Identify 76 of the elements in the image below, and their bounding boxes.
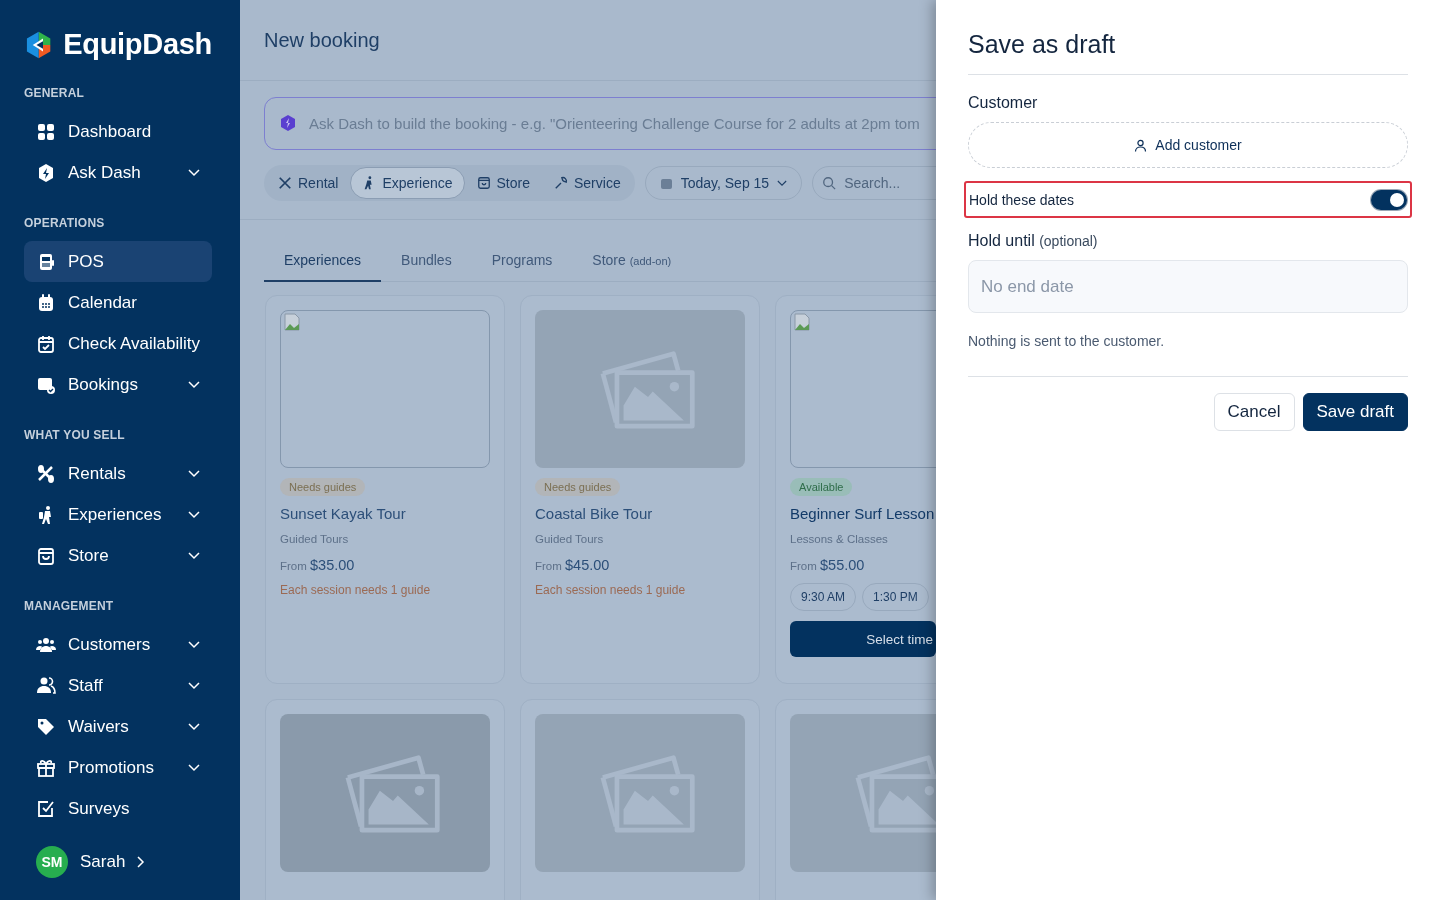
category-tab[interactable]: Store (add-on)	[572, 252, 692, 282]
hexagon-bolt-icon	[280, 115, 296, 131]
card-category: Guided Tours	[535, 533, 605, 545]
page-title: New booking	[264, 28, 380, 52]
checkbox-icon	[36, 798, 56, 819]
category-tab[interactable]: Experiences	[264, 252, 382, 282]
card-note: Each session needs 1 guide	[535, 583, 687, 597]
nav-item[interactable]: Store	[24, 535, 212, 576]
tag-icon	[36, 716, 56, 737]
nav-item[interactable]: Rentals	[24, 453, 212, 494]
card-price: From $45.00	[535, 557, 611, 573]
nav-item[interactable]: Experiences	[24, 494, 212, 535]
status-badge: Needs guides	[280, 478, 366, 496]
hold-until-field[interactable]: No end date	[968, 260, 1408, 313]
type-option[interactable]: Experience	[350, 167, 465, 199]
card-title: Sunset Kayak Tour	[280, 505, 407, 522]
field-label: Customer	[968, 94, 1039, 112]
nav-item[interactable]: Bookings	[24, 364, 212, 405]
search-icon	[822, 176, 837, 190]
product-card[interactable]: Available Beginner Surf Lesson Lessons & Classes From $55.00 9:30 AM 1:30 PM Select time	[775, 295, 936, 684]
broken-image-icon	[793, 313, 811, 331]
section-heading: MANAGEMENT	[24, 598, 115, 614]
section-heading: OPERATIONS	[24, 215, 106, 231]
calendar-check-icon	[36, 333, 56, 354]
shopping-bag-icon	[476, 176, 491, 190]
section-heading: GENERAL	[24, 85, 86, 101]
save-button[interactable]: Save draft	[1302, 393, 1408, 431]
select-time-button[interactable]: Select time	[790, 621, 936, 657]
card-price: From $55.00	[790, 557, 866, 573]
person-icon	[1134, 138, 1148, 152]
cancel-button[interactable]: Cancel	[1213, 393, 1295, 431]
nav-item[interactable]: POS	[24, 241, 212, 282]
toggle-label: Hold these dates	[969, 191, 1075, 208]
nav-item[interactable]: Promotions	[24, 747, 212, 788]
grid-icon	[36, 121, 56, 142]
drawer-title: Save as draft	[968, 30, 1408, 75]
card-title: Coastal Bike Tour	[535, 505, 654, 522]
status-badge: Needs guides	[535, 478, 621, 496]
brand-name: EquipDash	[63, 28, 212, 61]
product-card[interactable]: Needs guides Sunset Kayak Tour Guided Tours From $35.00 Each session needs 1 guide	[265, 295, 505, 684]
person-pair-icon	[36, 675, 56, 696]
user-name: Sarah	[80, 852, 126, 872]
card-category: Lessons & Classes	[790, 533, 889, 545]
section-heading: WHAT YOU SELL	[24, 427, 126, 443]
toggle-switch[interactable]	[1371, 189, 1407, 210]
category-tab[interactable]: Bundles	[381, 252, 472, 282]
search-field[interactable]: Search...	[812, 166, 936, 200]
hexagon-bolt-icon	[36, 162, 56, 183]
chevron-right-icon	[137, 856, 146, 868]
type-option[interactable]: Store	[464, 167, 542, 199]
card-price: From $35.00	[280, 557, 356, 573]
nav-item[interactable]: Calendar	[24, 282, 212, 323]
nav-item[interactable]: Ask Dash	[24, 152, 212, 193]
wrench-icon	[554, 176, 568, 190]
card-title: Beginner Surf Lesson	[790, 505, 936, 522]
broken-image-icon	[283, 313, 301, 331]
status-badge: Available	[790, 478, 853, 496]
add-customer-button[interactable]: Add customer	[968, 122, 1408, 168]
category-tab[interactable]: Programs	[471, 252, 573, 282]
nav-item[interactable]: Waivers	[24, 706, 212, 747]
ask-dash-field[interactable]: Ask Dash to build the booking - e.g. "Orienteering Challenge Course for 2 adults at 2pm tom	[264, 97, 936, 150]
nav-item[interactable]: Dashboard	[24, 111, 212, 152]
nav-item[interactable]: Surveys	[24, 788, 212, 829]
info-text: Nothing is sent to the customer.	[968, 333, 1408, 377]
nav-item[interactable]: Check Availability	[24, 323, 212, 364]
field-label: Hold until (optional)	[968, 232, 1099, 250]
type-option[interactable]: Service	[542, 167, 633, 199]
product-card[interactable]: Needs guides Coastal Bike Tour Guided Tours From $45.00 Each session needs 1 guide	[520, 295, 760, 684]
chevron-down-icon	[777, 179, 788, 187]
shopping-bag-icon	[36, 545, 56, 566]
nav-item[interactable]: Customers	[24, 624, 212, 665]
card-note: Each session needs 1 guide	[280, 583, 432, 597]
nav-item[interactable]: Staff	[24, 665, 212, 706]
card-category: Guided Tours	[280, 533, 350, 545]
gift-icon	[36, 757, 56, 778]
type-option[interactable]: Rental	[266, 167, 351, 199]
